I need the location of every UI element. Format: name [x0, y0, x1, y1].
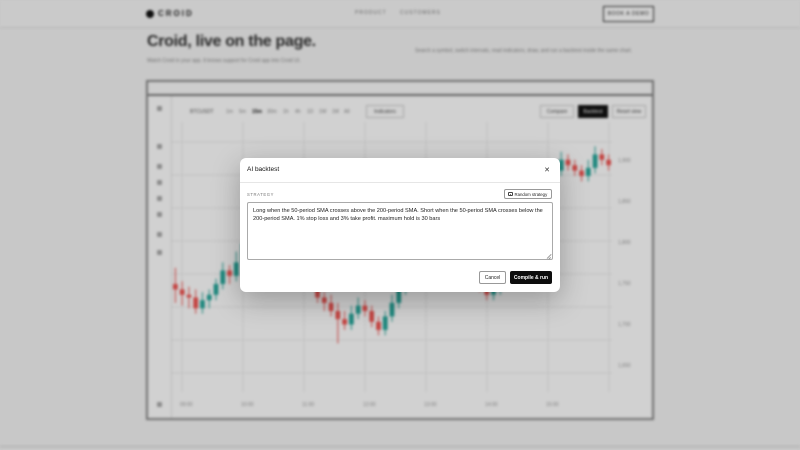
random-strategy-button[interactable]: Random strategy — [504, 189, 552, 199]
cancel-button[interactable]: Cancel — [479, 271, 506, 284]
close-icon: ✕ — [544, 167, 550, 174]
ai-backtest-dialog: AI backtest ✕ STRATEGY Random strategy C… — [240, 158, 560, 292]
random-strategy-label: Random strategy — [514, 191, 548, 197]
dialog-title: AI backtest — [247, 166, 280, 173]
dice-icon — [508, 191, 513, 197]
strategy-textarea[interactable] — [247, 202, 553, 260]
close-button[interactable]: ✕ — [541, 164, 553, 176]
resize-handle-icon[interactable] — [546, 254, 551, 259]
compile-run-button[interactable]: Compile & run — [510, 271, 552, 284]
dialog-divider — [240, 182, 560, 183]
strategy-label: STRATEGY — [247, 192, 275, 197]
